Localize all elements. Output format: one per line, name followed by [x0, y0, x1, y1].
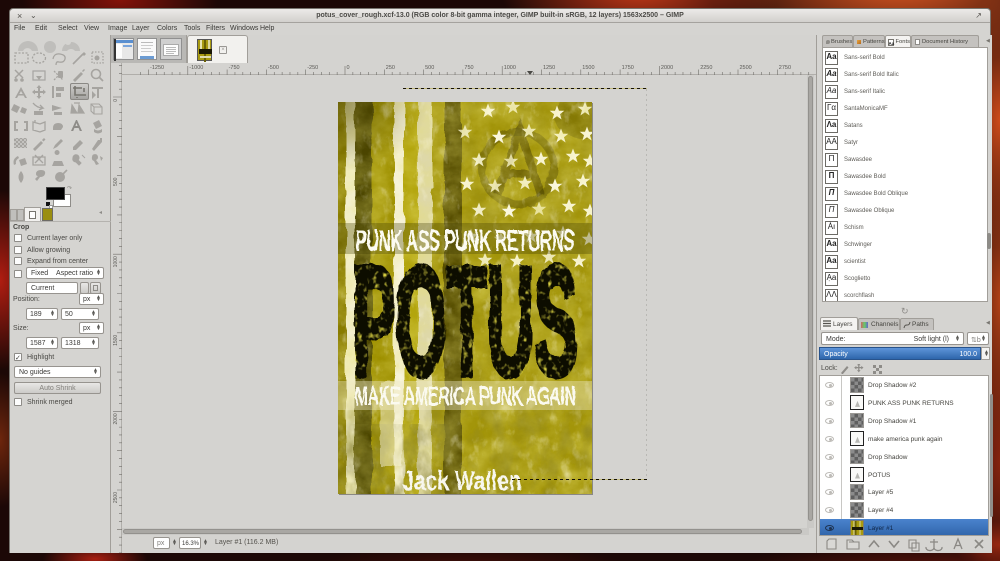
svg-text:-1000: -1000: [189, 65, 203, 71]
svg-text:1250: 1250: [543, 65, 555, 71]
svg-text:2000: 2000: [661, 65, 673, 71]
svg-text:500: 500: [113, 177, 119, 186]
svg-text:Jack Wallen: Jack Wallen: [403, 465, 522, 494]
svg-text:750: 750: [464, 65, 473, 71]
svg-text:0: 0: [113, 99, 119, 102]
svg-text:-500: -500: [268, 65, 279, 71]
svg-text:1000: 1000: [504, 65, 516, 71]
svg-text:MAKE AMERICA PUNK AGAIN: MAKE AMERICA PUNK AGAIN: [355, 381, 576, 411]
svg-text:-250: -250: [307, 65, 318, 71]
svg-text:-750: -750: [229, 65, 240, 71]
svg-text:2000: 2000: [113, 413, 119, 424]
svg-text:0: 0: [347, 65, 350, 71]
svg-text:1500: 1500: [113, 335, 119, 346]
svg-text:500: 500: [425, 65, 434, 71]
svg-text:1750: 1750: [622, 65, 634, 71]
svg-text:2250: 2250: [700, 65, 712, 71]
svg-text:1500: 1500: [582, 65, 594, 71]
svg-text:2750: 2750: [779, 65, 791, 71]
svg-text:2500: 2500: [113, 492, 119, 503]
svg-text:1000: 1000: [113, 256, 119, 267]
svg-text:-1250: -1250: [150, 65, 164, 71]
svg-text:250: 250: [386, 65, 395, 71]
svg-text:2500: 2500: [740, 65, 752, 71]
